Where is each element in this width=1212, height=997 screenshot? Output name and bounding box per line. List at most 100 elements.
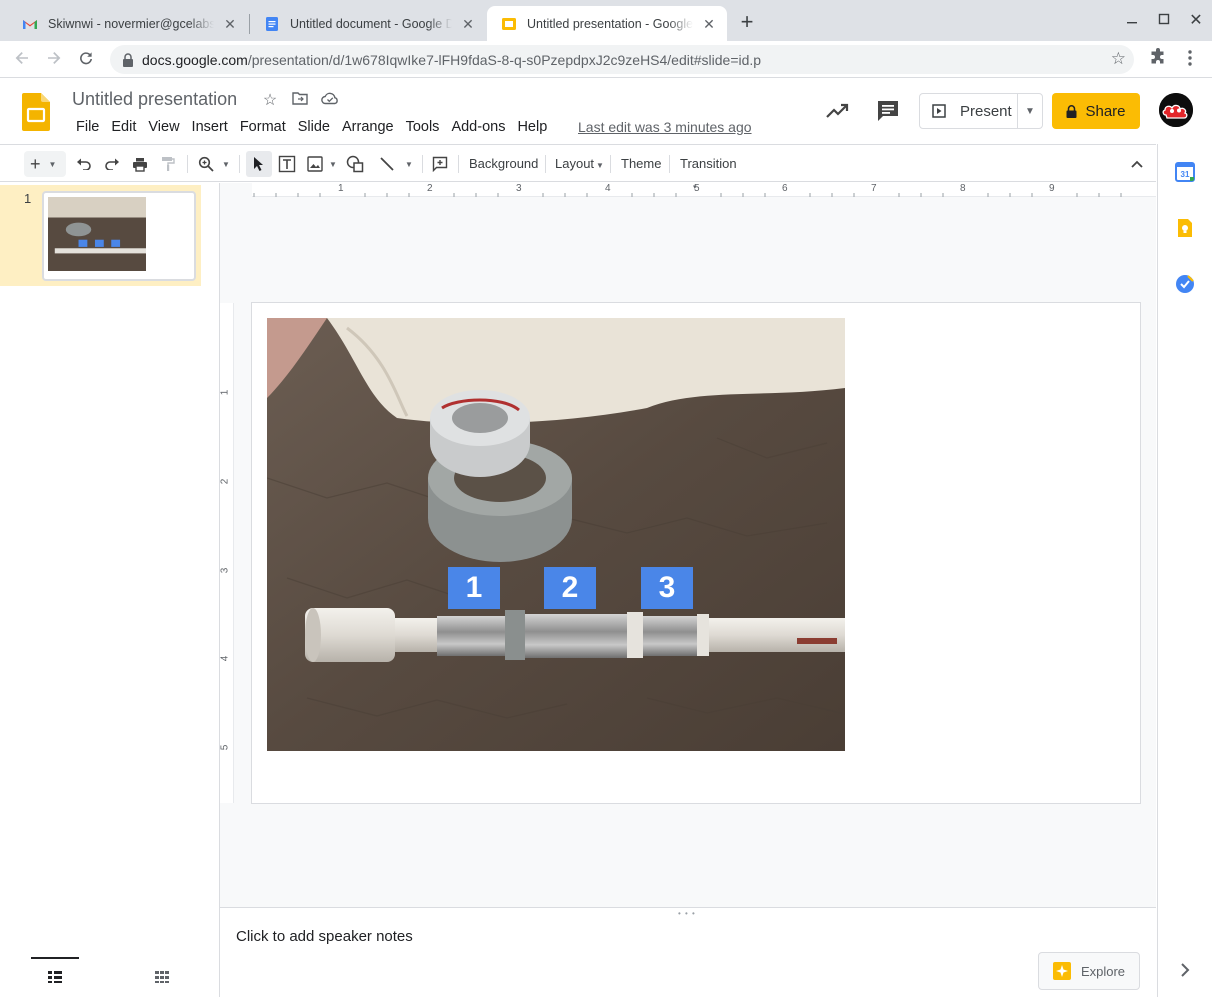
star-icon[interactable]: ☆ <box>260 91 280 111</box>
slides-header: Untitled presentation ☆ File Edit View I… <box>0 79 1212 143</box>
toolbar-divider <box>239 155 240 173</box>
toolbar-divider <box>669 155 670 173</box>
speaker-notes-placeholder[interactable]: Click to add speaker notes <box>236 928 413 945</box>
tasks-icon[interactable] <box>1175 274 1195 294</box>
menu-help[interactable]: Help <box>511 117 553 137</box>
present-label: Present <box>960 102 1012 120</box>
notes-resize-handle[interactable]: • • • <box>220 907 1156 918</box>
theme-button[interactable]: Theme <box>621 151 661 177</box>
toolbar-divider <box>458 155 459 173</box>
slide-canvas[interactable]: 1 2 3 4 5 6 7 8 9 ▾ 1 2 3 4 5 1 2 3 <box>220 183 1156 907</box>
toolbar-divider <box>422 155 423 173</box>
add-comment-icon[interactable] <box>429 151 451 177</box>
ruler-label: 2 <box>427 183 433 194</box>
extensions-icon[interactable] <box>1146 48 1170 72</box>
toolbar-divider <box>545 155 546 173</box>
undo-icon[interactable] <box>74 151 94 177</box>
ruler-label: 3 <box>516 183 522 194</box>
tab-slides[interactable]: Untitled presentation - Google Slides ✕ <box>487 6 727 41</box>
minimize-icon[interactable] <box>1121 10 1143 32</box>
url-path: /presentation/d/1w678IqwIke7-lFH9fdaS-8-… <box>247 51 762 68</box>
gmail-icon <box>23 19 37 29</box>
back-icon[interactable] <box>10 48 34 72</box>
menu-slide[interactable]: Slide <box>292 117 336 137</box>
speaker-notes[interactable]: Click to add speaker notes Explore <box>220 916 1156 997</box>
browser-menu-icon[interactable] <box>1178 48 1202 72</box>
slide[interactable]: 1 2 3 <box>251 302 1141 804</box>
layout-button[interactable]: Layout ▼ <box>555 151 604 177</box>
close-icon[interactable]: ✕ <box>701 16 717 32</box>
cloud-status-icon[interactable] <box>320 91 340 111</box>
side-panel: 31 <box>1157 144 1212 997</box>
window-close-icon[interactable]: ✕ <box>1185 10 1207 32</box>
menu-edit[interactable]: Edit <box>105 117 142 137</box>
tab-docs[interactable]: Untitled document - Google Drive ✕ <box>250 6 486 41</box>
tab-gmail[interactable]: Skiwnwi - novermier@gcelabsch ✕ <box>8 6 248 41</box>
present-button[interactable]: Present ▼ <box>919 93 1043 129</box>
grid-view-icon[interactable] <box>150 967 174 987</box>
menu-arrange[interactable]: Arrange <box>336 117 400 137</box>
present-main[interactable]: Present <box>920 94 1018 128</box>
zoom-button[interactable]: ▼ <box>196 151 232 177</box>
collapse-toolbar-icon[interactable] <box>1126 151 1148 177</box>
close-icon[interactable]: ✕ <box>222 16 238 32</box>
menu-insert[interactable]: Insert <box>186 117 234 137</box>
menu-addons[interactable]: Add-ons <box>445 117 511 137</box>
activity-trend-icon[interactable] <box>823 97 851 125</box>
chevron-down-icon[interactable]: ▼ <box>49 160 57 169</box>
menu-view[interactable]: View <box>142 117 185 137</box>
document-title[interactable]: Untitled presentation <box>72 89 237 110</box>
active-view-indicator <box>31 957 79 959</box>
select-tool-icon[interactable] <box>246 151 272 177</box>
slides-icon <box>502 17 516 30</box>
browser-tab-strip: Skiwnwi - novermier@gcelabsch ✕ Untitled… <box>0 0 1212 41</box>
print-icon[interactable] <box>130 151 150 177</box>
forward-icon[interactable] <box>42 48 66 72</box>
new-slide-button[interactable]: + ▼ <box>24 151 66 177</box>
ruler-marker[interactable]: ▾ <box>693 183 697 191</box>
reload-icon[interactable] <box>74 48 98 72</box>
background-button[interactable]: Background <box>469 151 538 177</box>
red-cloud-avatar-icon <box>1159 93 1193 127</box>
menu-format[interactable]: Format <box>234 117 292 137</box>
ruler-label: 8 <box>960 183 966 194</box>
menu-file[interactable]: File <box>70 117 105 137</box>
number-box-3[interactable]: 3 <box>641 567 693 609</box>
redo-icon[interactable] <box>102 151 122 177</box>
filmstrip-slide[interactable]: 1 <box>0 185 201 286</box>
chevron-right-icon[interactable] <box>1175 960 1195 980</box>
vertical-ruler[interactable]: 1 2 3 4 5 <box>220 303 234 803</box>
chevron-down-icon[interactable]: ▼ <box>1018 106 1042 117</box>
text-box-icon[interactable] <box>276 151 298 177</box>
menu-bar: File Edit View Insert Format Slide Arran… <box>70 117 553 137</box>
ruler-label: 7 <box>871 183 877 194</box>
filmstrip-view-icon[interactable] <box>43 967 67 987</box>
slide-photo[interactable] <box>267 318 845 751</box>
last-edit-link[interactable]: Last edit was 3 minutes ago <box>578 119 752 135</box>
slide-thumbnail[interactable] <box>42 191 196 281</box>
paint-format-icon[interactable] <box>158 151 178 177</box>
explore-button[interactable]: Explore <box>1038 952 1140 990</box>
transition-button[interactable]: Transition <box>680 151 737 177</box>
new-tab-button[interactable]: + <box>736 11 758 34</box>
shape-icon[interactable] <box>344 151 366 177</box>
editor-toolbar: + ▼ ▼ ▼ ▼ Background Layout ▼ Theme Tran… <box>0 144 1156 182</box>
comments-icon[interactable] <box>874 97 902 125</box>
close-icon[interactable]: ✕ <box>460 16 476 32</box>
keep-icon[interactable] <box>1175 218 1195 238</box>
menu-tools[interactable]: Tools <box>400 117 446 137</box>
move-folder-icon[interactable] <box>290 91 310 111</box>
share-button[interactable]: Share <box>1052 93 1140 129</box>
line-tool-button[interactable]: ▼ <box>374 151 418 177</box>
insert-image-button[interactable]: ▼ <box>304 151 340 177</box>
slides-logo-icon[interactable] <box>22 93 50 131</box>
bookmark-star-icon[interactable]: ☆ <box>1111 49 1126 69</box>
horizontal-ruler[interactable]: 1 2 3 4 5 6 7 8 9 ▾ <box>252 183 1156 197</box>
avatar[interactable] <box>1159 93 1193 127</box>
address-bar[interactable]: docs.google.com/presentation/d/1w678IqwI… <box>110 45 1134 74</box>
maximize-icon[interactable] <box>1153 10 1175 32</box>
slide-number: 1 <box>24 191 32 206</box>
number-box-1[interactable]: 1 <box>448 567 500 609</box>
calendar-icon[interactable]: 31 <box>1175 162 1195 182</box>
number-box-2[interactable]: 2 <box>544 567 596 609</box>
